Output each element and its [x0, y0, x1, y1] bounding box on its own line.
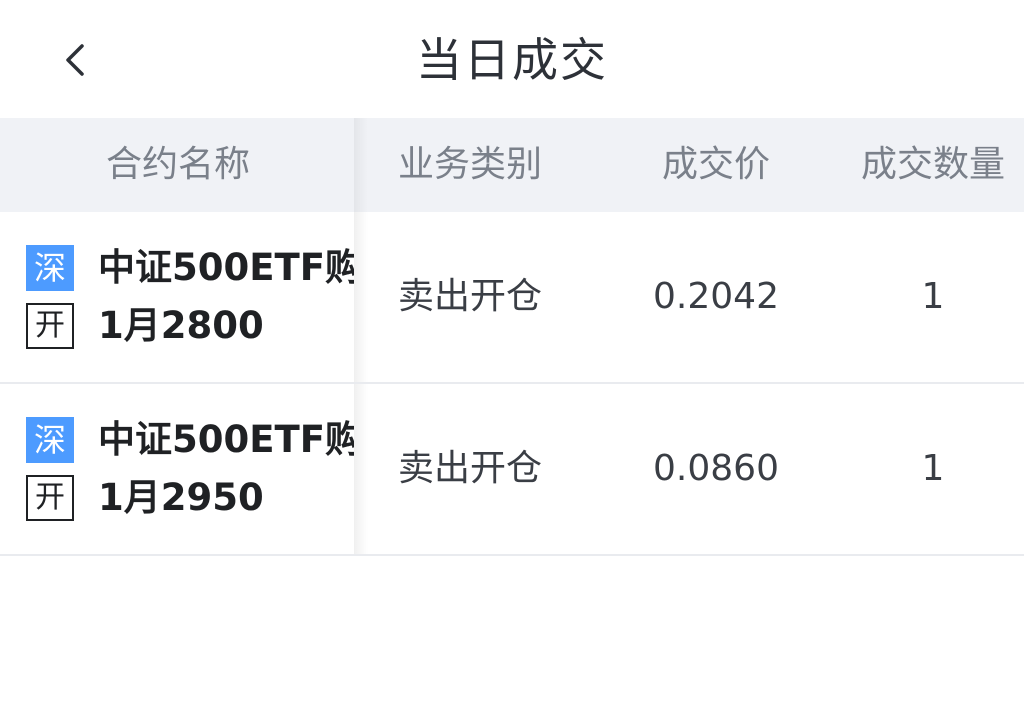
business-type-cell: 卖出开仓 — [397, 448, 542, 489]
column-header-trade-quantity[interactable]: 成交数量 — [842, 118, 1024, 212]
contract-month-strike: 1月2800 — [98, 304, 264, 347]
exchange-badge: 深 — [26, 417, 74, 463]
trades-table: 合约名称 业务类别 成交价 成交数量 深 开 中证500ETF购 1月2800 … — [0, 118, 1024, 556]
trade-price-cell: 0.2042 — [653, 276, 779, 317]
business-type-cell: 卖出开仓 — [397, 276, 542, 317]
table-row[interactable]: 深 开 中证500ETF购 1月2800 卖出开仓 0.2042 1 — [0, 212, 1024, 384]
trade-price-cell: 0.0860 — [653, 448, 779, 489]
trade-quantity-cell: 1 — [921, 276, 945, 317]
contract-name-cell: 深 开 中证500ETF购 1月2800 — [0, 212, 354, 382]
column-header-business-type[interactable]: 业务类别 — [356, 118, 584, 212]
nav-bar: 当日成交 — [0, 0, 1024, 118]
table-header: 合约名称 业务类别 成交价 成交数量 — [0, 118, 1024, 212]
table-row[interactable]: 深 开 中证500ETF购 1月2950 卖出开仓 0.0860 1 — [0, 384, 1024, 556]
contract-name: 中证500ETF购 — [98, 246, 354, 289]
open-position-badge: 开 — [26, 303, 74, 349]
page-title: 当日成交 — [416, 33, 608, 87]
open-position-badge: 开 — [26, 475, 74, 521]
exchange-badge: 深 — [26, 245, 74, 291]
trade-quantity-cell: 1 — [921, 448, 945, 489]
contract-month-strike: 1月2950 — [98, 476, 264, 519]
page: 当日成交 合约名称 业务类别 成交价 成交数量 深 开 中证500ETF购 1月… — [0, 0, 1024, 721]
contract-name: 中证500ETF购 — [98, 418, 354, 461]
contract-name-cell: 深 开 中证500ETF购 1月2950 — [0, 384, 354, 554]
column-header-contract-name[interactable]: 合约名称 — [0, 118, 356, 212]
column-header-trade-price[interactable]: 成交价 — [600, 118, 832, 212]
